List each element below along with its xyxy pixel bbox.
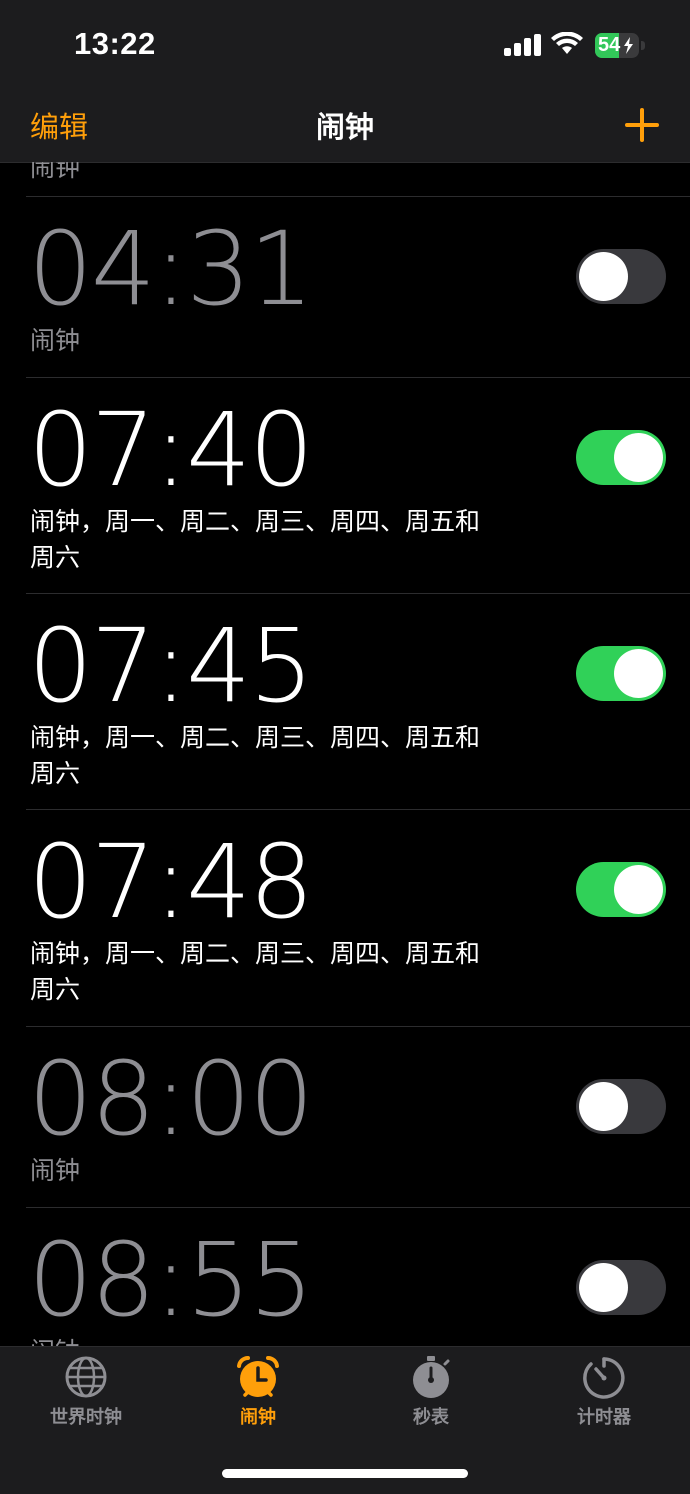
- alarm-time: 08:00: [28, 1040, 314, 1159]
- tab-alarm[interactable]: 闹钟: [172, 1355, 344, 1435]
- wifi-icon: [551, 32, 583, 54]
- alarm-label: 闹钟: [30, 326, 81, 355]
- battery-cap: [641, 41, 645, 50]
- status-bar: 13:22 54: [0, 0, 690, 92]
- alarm-time: 07:40: [28, 391, 314, 510]
- alarm-label: 闹钟: [30, 1156, 81, 1185]
- alarm-time: 07:45: [28, 607, 314, 726]
- cellular-signal-icon: [504, 34, 541, 56]
- alarm-row[interactable]: 04:31 闹钟: [26, 196, 690, 378]
- globe-icon: [65, 1356, 107, 1398]
- battery-indicator: 54: [595, 33, 645, 58]
- alarm-toggle[interactable]: [576, 249, 666, 304]
- alarm-row[interactable]: 08:00 闹钟: [26, 1026, 690, 1208]
- toggle-knob: [579, 1263, 628, 1312]
- alarm-label-partial: 闹钟: [30, 162, 81, 182]
- status-time: 13:22: [74, 26, 156, 61]
- tab-world-clock[interactable]: 世界时钟: [0, 1355, 172, 1435]
- toggle-knob: [614, 433, 663, 482]
- tab-stopwatch[interactable]: 秒表: [345, 1355, 517, 1435]
- alarm-row[interactable]: 07:48 闹钟，周一、周二、周三、周四、周五和周六: [26, 809, 690, 1027]
- alarm-toggle[interactable]: [576, 1260, 666, 1315]
- alarm-list[interactable]: 闹钟 04:31 闹钟 07:40 闹钟，周一、周二、周三、周四、周五和周六 0…: [0, 162, 690, 1346]
- home-indicator[interactable]: [222, 1469, 468, 1478]
- alarm-time: 04:31: [28, 210, 314, 329]
- alarm-label: 闹钟，周一、周二、周三、周四、周五和周六: [30, 507, 481, 572]
- tab-label: 闹钟: [240, 1407, 276, 1428]
- toggle-knob: [614, 865, 663, 914]
- alarm-label: 闹钟，周一、周二、周三、周四、周五和周六: [30, 723, 481, 788]
- nav-bar: 编辑 闹钟: [0, 92, 690, 163]
- tab-timer[interactable]: 计时器: [518, 1355, 690, 1435]
- tab-label: 世界时钟: [50, 1407, 122, 1428]
- alarm-row[interactable]: 07:45 闹钟，周一、周二、周三、周四、周五和周六: [26, 593, 690, 810]
- alarm-row[interactable]: 07:40 闹钟，周一、周二、周三、周四、周五和周六: [26, 377, 690, 594]
- alarm-time: 08:55: [28, 1221, 314, 1340]
- stopwatch-icon: [413, 1356, 450, 1398]
- alarm-toggle[interactable]: [576, 1079, 666, 1134]
- alarm-time: 07:48: [28, 823, 314, 942]
- page-title: 闹钟: [315, 110, 374, 144]
- alarm-row[interactable]: 08:55 闹钟: [26, 1207, 690, 1346]
- tab-label: 计时器: [577, 1407, 631, 1428]
- alarm-toggle[interactable]: [576, 862, 666, 917]
- timer-icon: [583, 1357, 625, 1399]
- toggle-knob: [579, 252, 628, 301]
- plus-icon[interactable]: [620, 104, 664, 148]
- tab-label: 秒表: [413, 1407, 449, 1428]
- alarm-toggle[interactable]: [576, 430, 666, 485]
- alarm-toggle[interactable]: [576, 646, 666, 701]
- alarm-label: 闹钟，周一、周二、周三、周四、周五和周六: [30, 939, 481, 1004]
- alarm-clock-icon: [237, 1355, 279, 1397]
- toggle-knob: [579, 1082, 628, 1131]
- toggle-knob: [614, 649, 663, 698]
- charging-bolt-icon: [624, 37, 633, 54]
- alarm-label: 闹钟: [30, 1334, 500, 1346]
